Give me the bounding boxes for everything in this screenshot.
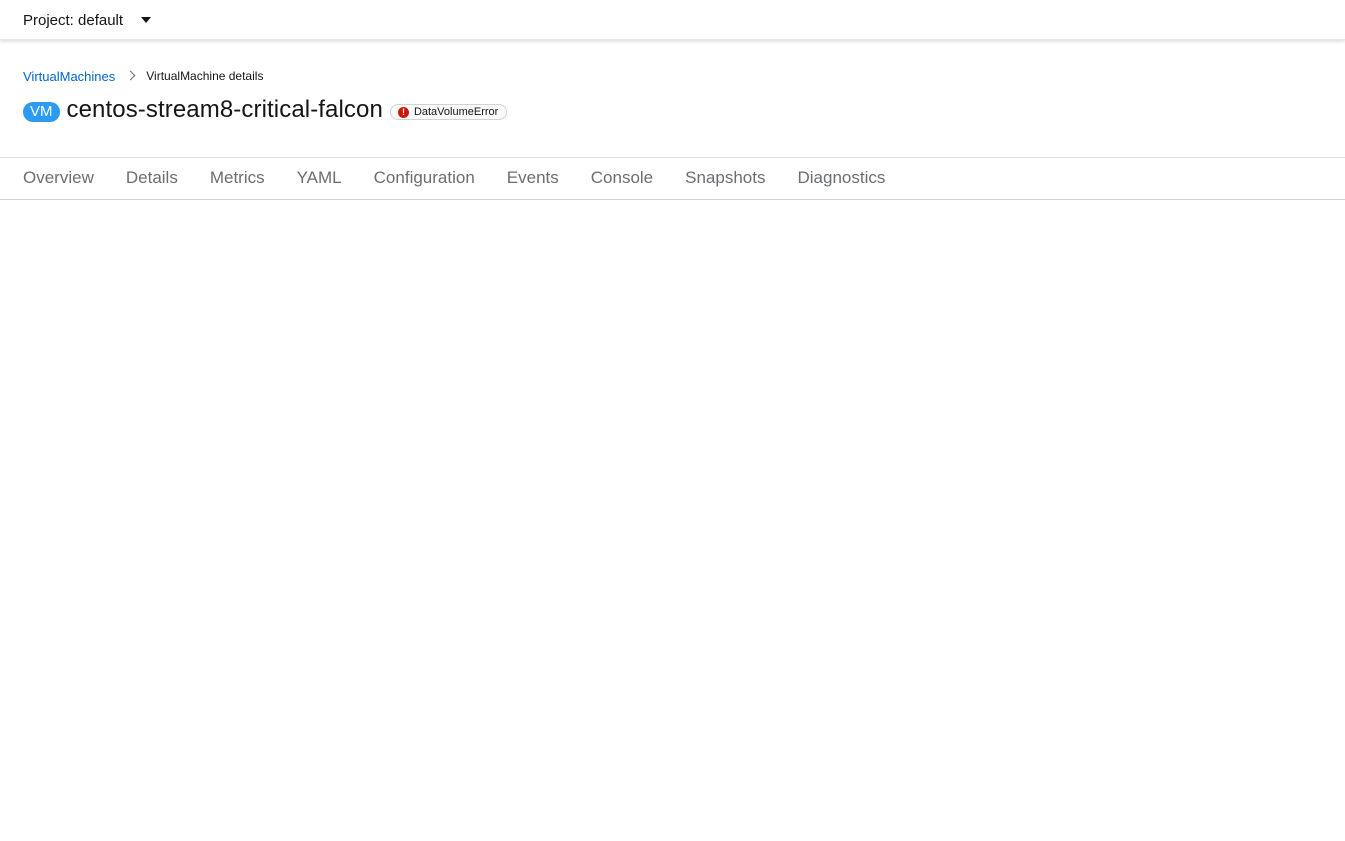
page-title: centos-stream8-critical-falcon (66, 96, 383, 123)
tab-overview[interactable]: Overview (23, 157, 94, 200)
tab-bar: Overview Details Metrics YAML Configurat… (0, 157, 1345, 200)
vm-resource-badge: VM (23, 102, 60, 122)
status-badge-label: DataVolumeError (413, 106, 499, 118)
tab-metrics[interactable]: Metrics (210, 157, 265, 200)
page-title-row: VM centos-stream8-critical-falcon ! Data… (23, 94, 508, 126)
tab-snapshots[interactable]: Snapshots (685, 157, 765, 200)
project-bar: Project: default (0, 0, 1345, 40)
tab-console[interactable]: Console (591, 157, 653, 200)
project-selector-label: Project: default (23, 11, 124, 29)
error-circle-icon: ! (397, 106, 409, 118)
breadcrumb-link-virtualmachines[interactable]: VirtualMachines (23, 69, 115, 84)
status-badge[interactable]: ! DataVolumeError (389, 104, 508, 120)
tab-configuration[interactable]: Configuration (374, 157, 475, 200)
breadcrumb: VirtualMachines VirtualMachine details (23, 68, 263, 84)
breadcrumb-current: VirtualMachine details (146, 69, 264, 83)
tab-yaml[interactable]: YAML (297, 157, 342, 200)
tab-events[interactable]: Events (507, 157, 559, 200)
project-selector[interactable]: Project: default (23, 0, 152, 40)
tab-diagnostics[interactable]: Diagnostics (797, 157, 885, 200)
tab-details[interactable]: Details (126, 157, 178, 200)
caret-down-icon (141, 17, 152, 23)
chevron-right-icon (125, 70, 136, 80)
